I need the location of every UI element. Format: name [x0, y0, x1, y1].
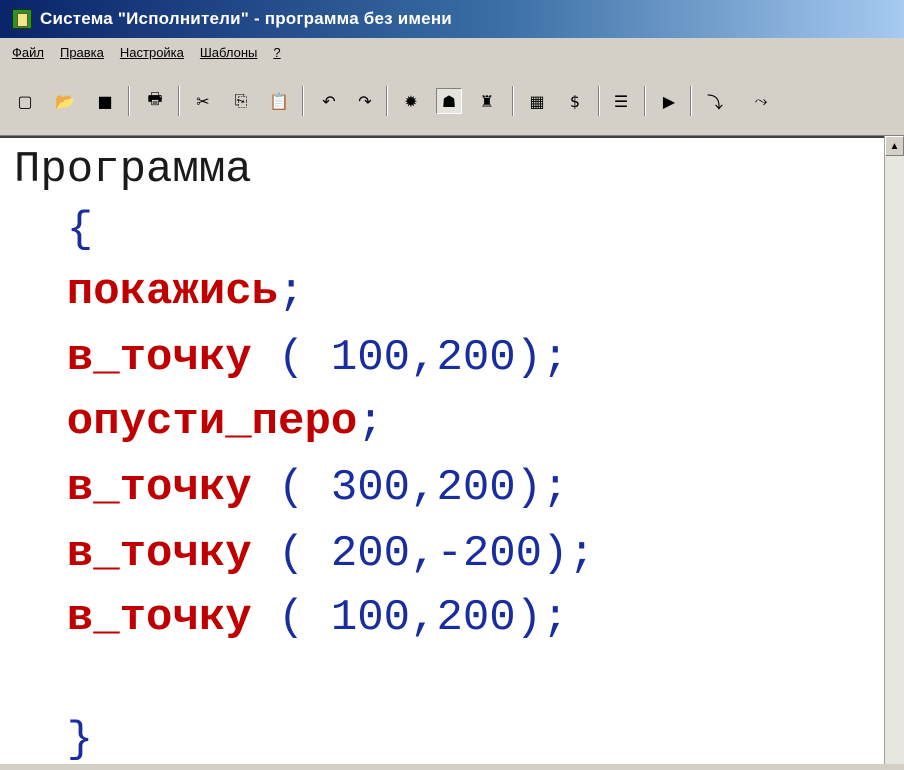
app-icon: [12, 9, 32, 29]
vertical-scrollbar[interactable]: ▲: [884, 136, 904, 764]
menu-edit[interactable]: Правка: [60, 45, 104, 60]
code-text: ;: [357, 397, 384, 447]
code-text: ( 100,200);: [251, 333, 569, 383]
code-text: }: [14, 715, 94, 765]
new-file-icon[interactable]: ▢: [12, 88, 38, 114]
menu-file[interactable]: Файл: [12, 45, 44, 60]
code-line: в_точку ( 200,-200);: [14, 524, 595, 584]
toolbar: ▢ 📂 ■ 🖶 ✂ ⎘ 📋 ↶ ↷ ✹ ☗ ♜ ▦ $ ☰ ▶ ⤵ ⤳: [0, 66, 904, 136]
menu-help[interactable]: ?: [273, 45, 280, 60]
grid-icon[interactable]: ▦: [524, 88, 550, 114]
open-folder-icon[interactable]: 📂: [52, 88, 78, 114]
code-text: ( 300,200);: [251, 463, 569, 513]
menu-settings[interactable]: Настройка: [120, 45, 184, 60]
code-keyword: опусти_перо: [14, 397, 358, 447]
menu-bar: Файл Правка Настройка Шаблоны ?: [0, 38, 904, 66]
code-text: {: [14, 205, 94, 255]
print-icon[interactable]: 🖶: [142, 88, 168, 114]
title-bar[interactable]: Система "Исполнители" - программа без им…: [0, 0, 904, 38]
window-title: Система "Исполнители" - программа без им…: [40, 9, 452, 28]
code-text: ( 100,200);: [251, 593, 569, 643]
toolbar-separator: [128, 86, 130, 116]
toolbar-separator: [690, 86, 692, 116]
save-icon[interactable]: ■: [92, 88, 118, 114]
robot-icon[interactable]: ♜: [474, 88, 500, 114]
menu-templates[interactable]: Шаблоны: [200, 45, 258, 60]
toolbar-separator: [512, 86, 514, 116]
toolbar-separator: [386, 86, 388, 116]
code-text: Программа: [14, 145, 252, 195]
code-line: }: [14, 710, 93, 770]
step-over-icon[interactable]: ⤳: [748, 88, 774, 114]
toolbar-separator: [178, 86, 180, 116]
code-keyword: в_точку: [14, 333, 252, 383]
toolbar-separator: [302, 86, 304, 116]
toolbar-separator: [644, 86, 646, 116]
code-line: в_точку ( 300,200);: [14, 458, 569, 518]
code-text: ( 200,-200);: [251, 529, 595, 579]
code-line: опусти_перо;: [14, 392, 384, 452]
executor-icon[interactable]: ☗: [436, 88, 462, 114]
code-text: ;: [278, 267, 305, 317]
code-keyword: в_точку: [14, 463, 252, 513]
dollar-icon[interactable]: $: [562, 88, 588, 114]
redo-icon[interactable]: ↷: [352, 88, 378, 114]
step-into-icon[interactable]: ⤵: [702, 88, 728, 114]
code-keyword: в_точку: [14, 593, 252, 643]
code-keyword: покажись: [14, 267, 279, 317]
toolbar-separator: [598, 86, 600, 116]
code-editor[interactable]: Программа { покажись; в_точку ( 100,200)…: [0, 136, 884, 765]
copy-icon[interactable]: ⎘: [228, 88, 254, 114]
code-line: покажись;: [14, 262, 305, 322]
code-line: {: [14, 200, 93, 260]
code-line: в_точку ( 100,200);: [14, 328, 569, 388]
cut-icon[interactable]: ✂: [190, 88, 216, 114]
run-icon[interactable]: ▶: [656, 88, 682, 114]
code-line: в_точку ( 100,200);: [14, 588, 569, 648]
code-line: Программа: [14, 140, 252, 200]
indent-icon[interactable]: ☰: [608, 88, 634, 114]
scroll-up-button[interactable]: ▲: [885, 136, 904, 156]
paste-icon[interactable]: 📋: [266, 88, 292, 114]
turtle-icon[interactable]: ✹: [398, 88, 424, 114]
undo-icon[interactable]: ↶: [316, 88, 342, 114]
code-keyword: в_точку: [14, 529, 252, 579]
